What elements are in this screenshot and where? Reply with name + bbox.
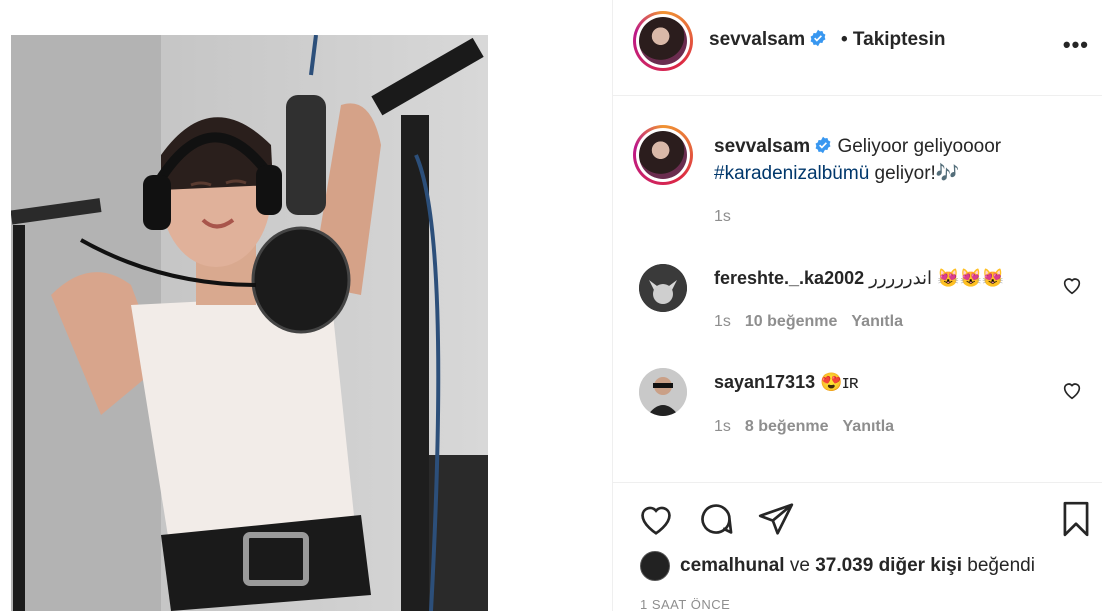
comment-text: 😍ɪʀ <box>820 372 859 392</box>
hashtag-link[interactable]: #karadenizalbümü <box>714 163 869 184</box>
more-options-icon[interactable]: ••• <box>1063 32 1089 58</box>
commenter-avatar[interactable] <box>639 368 687 416</box>
music-emoji: 🎶 <box>935 163 960 184</box>
share-send-icon[interactable] <box>757 500 795 538</box>
save-bookmark-icon[interactable] <box>1057 500 1095 538</box>
caption-body-end: geliyor! <box>874 163 936 184</box>
instagram-post-page: sevvalsam • Takiptesin ••• sevvalsam Gel… <box>0 0 1102 611</box>
post-timestamp[interactable]: 1 SAAT ÖNCE <box>640 597 730 611</box>
comment-time[interactable]: 1s <box>714 313 731 330</box>
caption-username-link[interactable]: sevvalsam <box>714 136 810 157</box>
comment-like-heart-icon[interactable] <box>1061 379 1083 401</box>
comment-like-heart-icon[interactable] <box>1061 274 1083 296</box>
verified-badge-icon <box>810 29 826 47</box>
comment-meta: 1s 10 beğenme Yanıtla <box>714 313 917 331</box>
likes-summary: cemalhunal ve 37.039 diğer kişi beğendi <box>680 555 1035 577</box>
commenter-username-link[interactable]: fereshte._.ka2002 <box>714 268 864 288</box>
verified-badge-icon <box>815 136 831 154</box>
author-username-link[interactable]: sevvalsam <box>709 29 805 50</box>
comment-likes-link[interactable]: 8 beğenme <box>745 418 829 435</box>
comment-content: sayan17313 😍ɪʀ <box>714 372 859 393</box>
comment-meta: 1s 8 beğenme Yanıtla <box>714 418 908 436</box>
caption-body: Geliyoor geliyoooor <box>837 136 1002 157</box>
post-actions: cemalhunal ve 37.039 diğer kişi beğendi … <box>613 482 1102 611</box>
follow-status-button[interactable]: • Takiptesin <box>841 29 946 51</box>
comment-content: fereshte._.ka2002 اندررررر 😻😻😻 <box>714 268 1004 289</box>
comment-text: اندررررر 😻😻😻 <box>869 268 1005 288</box>
post-image[interactable] <box>11 35 488 611</box>
post-photo-illustration <box>11 35 488 611</box>
comment-time[interactable]: 1s <box>714 418 731 435</box>
likes-suffix: beğendi <box>967 555 1035 576</box>
likes-connector: ve <box>789 555 810 576</box>
post-side-panel: sevvalsam • Takiptesin ••• sevvalsam Gel… <box>612 0 1102 611</box>
liker-avatar[interactable] <box>640 551 670 581</box>
likes-count-link[interactable]: 37.039 diğer kişi <box>815 555 962 576</box>
comment-likes-link[interactable]: 10 beğenme <box>745 313 837 330</box>
caption-author-avatar[interactable] <box>633 125 693 185</box>
author-avatar[interactable] <box>633 11 693 71</box>
commenter-username-link[interactable]: sayan17313 <box>714 372 815 392</box>
caption-time[interactable]: 1s <box>714 208 731 226</box>
reply-button[interactable]: Yanıtla <box>851 313 903 330</box>
caption-text: sevvalsam Geliyoor geliyoooor #karadeniz… <box>714 133 1074 187</box>
commenter-avatar[interactable] <box>639 264 687 312</box>
like-heart-icon[interactable] <box>637 500 675 538</box>
author-username-row: sevvalsam <box>709 29 827 51</box>
reply-button[interactable]: Yanıtla <box>843 418 895 435</box>
liker-username-link[interactable]: cemalhunal <box>680 555 785 576</box>
post-header: sevvalsam • Takiptesin ••• <box>613 0 1102 96</box>
comment-bubble-icon[interactable] <box>697 500 735 538</box>
